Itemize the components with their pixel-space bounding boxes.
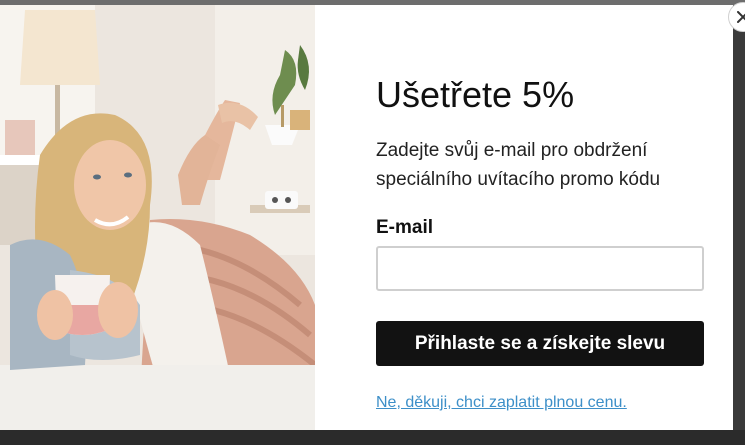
subscribe-button[interactable]: Přihlaste se a získejte slevu xyxy=(376,321,704,366)
page: Ušetřete 5% Zadejte svůj e-mail pro obdr… xyxy=(0,0,745,445)
close-icon xyxy=(737,11,745,23)
popup-title: Ušetřete 5% xyxy=(376,74,575,115)
popup-content: Ušetřete 5% Zadejte svůj e-mail pro obdr… xyxy=(376,5,716,430)
email-field[interactable] xyxy=(376,246,704,291)
popup-subtitle: Zadejte svůj e-mail pro obdržení speciál… xyxy=(376,140,661,190)
newsletter-popup: Ušetřete 5% Zadejte svůj e-mail pro obdr… xyxy=(0,5,733,430)
woman-with-mug-photo xyxy=(0,5,315,430)
decline-link[interactable]: Ne, děkuji, chci zaplatit plnou cenu. xyxy=(376,394,627,412)
background-page-footer xyxy=(0,430,745,445)
email-label: E-mail xyxy=(376,217,434,238)
